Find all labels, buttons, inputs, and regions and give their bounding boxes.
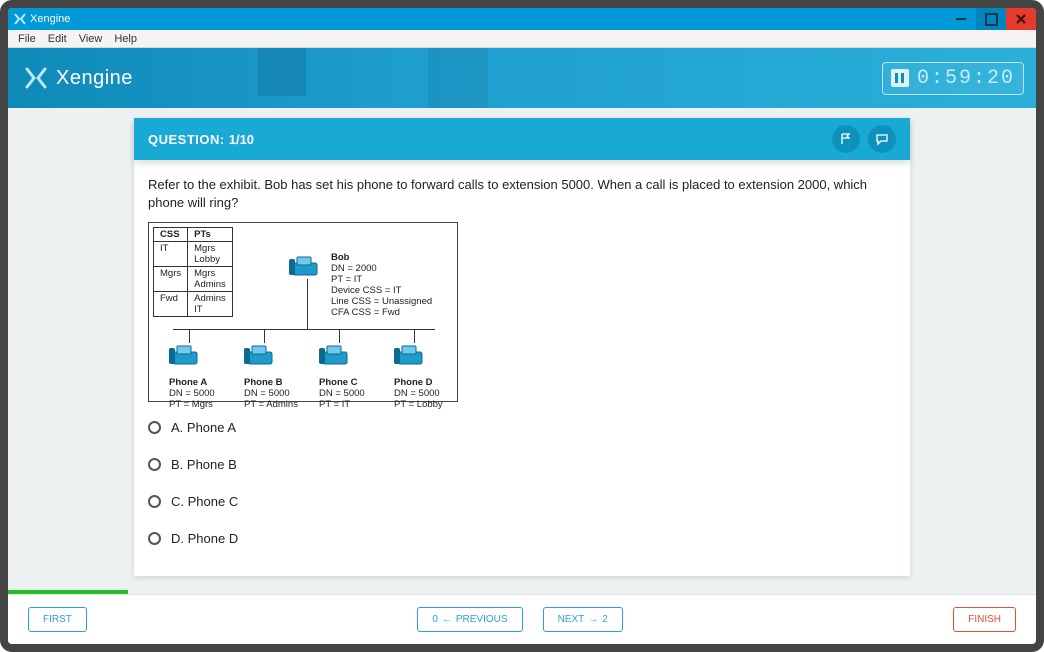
footer-nav: FIRST 0 ← PREVIOUS NEXT → 2 FINISH xyxy=(8,594,1036,644)
phone-icon xyxy=(289,253,325,277)
menu-file[interactable]: File xyxy=(12,33,42,45)
phone-icon xyxy=(244,343,306,367)
flag-button[interactable] xyxy=(832,125,860,153)
option-label: C. Phone C xyxy=(171,494,238,509)
menu-help[interactable]: Help xyxy=(108,33,143,45)
radio-icon xyxy=(148,421,161,434)
radio-icon xyxy=(148,532,161,545)
window-titlebar: Xengine xyxy=(8,8,1036,30)
exhibit-phone-d: Phone D DN = 5000 PT = Lobby xyxy=(394,343,456,411)
question-header: QUESTION: 1/10 xyxy=(134,118,910,160)
exhibit-table: CSSPTs ITMgrs Lobby MgrsMgrs Admins FwdA… xyxy=(153,227,233,317)
exhibit-phone-c: Phone C DN = 5000 PT = IT xyxy=(319,343,381,411)
option-label: D. Phone D xyxy=(171,531,238,546)
radio-icon xyxy=(148,495,161,508)
question-number: 1/10 xyxy=(229,132,254,147)
header-decoration xyxy=(428,48,488,108)
arrow-right-icon: → xyxy=(588,614,598,625)
option-c[interactable]: C. Phone C xyxy=(148,494,896,509)
exhibit-image: CSSPTs ITMgrs Lobby MgrsMgrs Admins FwdA… xyxy=(148,222,458,402)
phone-icon xyxy=(169,343,231,367)
menu-bar: File Edit View Help xyxy=(8,30,1036,48)
exhibit-phone-a: Phone A DN = 5000 PT = Mgrs xyxy=(169,343,231,411)
window-minimize-button[interactable] xyxy=(946,8,976,30)
app-logo-icon xyxy=(24,66,48,90)
arrow-left-icon: ← xyxy=(442,614,452,625)
radio-icon xyxy=(148,458,161,471)
option-d[interactable]: D. Phone D xyxy=(148,531,896,546)
question-text: Refer to the exhibit. Bob has set his ph… xyxy=(148,176,896,212)
header-decoration xyxy=(258,48,306,96)
app-header: Xengine 0:59:20 xyxy=(8,48,1036,108)
app-brand: Xengine xyxy=(56,67,133,90)
window-maximize-button[interactable] xyxy=(976,8,1006,30)
first-button[interactable]: FIRST xyxy=(28,607,87,632)
comment-button[interactable] xyxy=(868,125,896,153)
next-button[interactable]: NEXT → 2 xyxy=(543,607,623,632)
menu-edit[interactable]: Edit xyxy=(42,33,73,45)
phone-icon xyxy=(394,343,456,367)
pause-button[interactable] xyxy=(891,69,909,87)
app-logo-small xyxy=(14,13,26,25)
answer-options: A. Phone A B. Phone B C. Phone C D. Phon… xyxy=(148,420,896,546)
previous-button[interactable]: 0 ← PREVIOUS xyxy=(417,607,522,632)
option-a[interactable]: A. Phone A xyxy=(148,420,896,435)
timer: 0:59:20 xyxy=(882,62,1024,95)
option-b[interactable]: B. Phone B xyxy=(148,457,896,472)
content-area: QUESTION: 1/10 Refer to the exhibit. Bob… xyxy=(8,108,1036,594)
phone-icon xyxy=(319,343,381,367)
finish-button[interactable]: FINISH xyxy=(953,607,1016,632)
window-close-button[interactable] xyxy=(1006,8,1036,30)
timer-value: 0:59:20 xyxy=(917,67,1015,90)
question-body: Refer to the exhibit. Bob has set his ph… xyxy=(134,160,910,576)
question-label: QUESTION: xyxy=(148,132,225,147)
menu-view[interactable]: View xyxy=(73,33,109,45)
exhibit-bob-phone: Bob DN = 2000 PT = IT Device CSS = IT Li… xyxy=(289,253,432,319)
question-card: QUESTION: 1/10 Refer to the exhibit. Bob… xyxy=(134,118,910,576)
exhibit-phone-b: Phone B DN = 5000 PT = Admins xyxy=(244,343,306,411)
window-title: Xengine xyxy=(30,13,70,25)
option-label: A. Phone A xyxy=(171,420,236,435)
option-label: B. Phone B xyxy=(171,457,237,472)
